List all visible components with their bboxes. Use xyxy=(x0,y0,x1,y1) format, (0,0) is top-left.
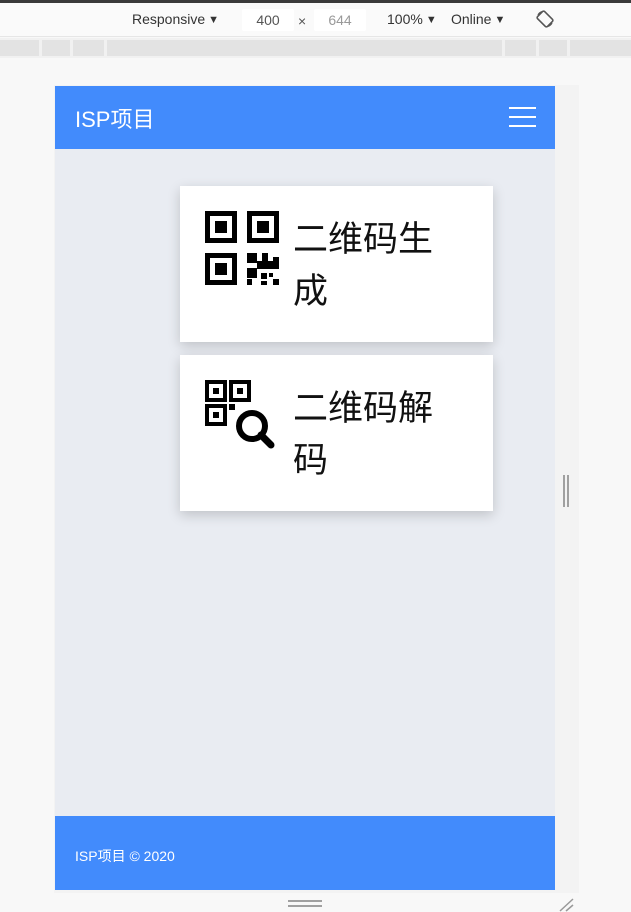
hamburger-menu-icon[interactable] xyxy=(509,107,536,127)
device-select-label: Responsive xyxy=(132,11,206,27)
caret-down-icon: ▼ xyxy=(425,14,437,26)
media-query-ruler[interactable] xyxy=(0,38,631,58)
qr-search-icon xyxy=(205,380,275,449)
network-throttle-select[interactable]: Online ▼ xyxy=(451,11,505,27)
emulated-page: ISP项目 二维码生成 二维码解码 ISP项目 © 2020 xyxy=(55,86,555,890)
qr-decode-card[interactable]: 二维码解码 xyxy=(180,355,493,511)
devtools-device-emulation: Responsive ▼ 400 × 644 100% ▼ Online ▼ ISP项… xyxy=(0,0,631,912)
navbar: ISP项目 xyxy=(55,86,555,149)
ruler-segment[interactable] xyxy=(539,40,567,56)
width-input[interactable]: 400 xyxy=(242,9,294,31)
navbar-brand[interactable]: ISP项目 xyxy=(75,102,154,134)
resize-handle-right[interactable] xyxy=(563,475,570,507)
ruler-segment[interactable] xyxy=(73,40,104,56)
zoom-select[interactable]: 100% ▼ xyxy=(387,11,437,27)
ruler-segment[interactable] xyxy=(42,40,70,56)
qr-code-icon xyxy=(205,211,279,285)
resize-handle-bottom[interactable] xyxy=(288,900,322,908)
dimension-separator: × xyxy=(298,13,307,29)
zoom-select-label: 100% xyxy=(387,11,423,27)
qr-generate-label: 二维码生成 xyxy=(293,220,434,312)
device-toolbar: Responsive ▼ 400 × 644 100% ▼ Online ▼ xyxy=(0,3,631,37)
qr-decode-label: 二维码解码 xyxy=(293,389,434,481)
caret-down-icon: ▼ xyxy=(494,14,506,26)
resize-corner-icon[interactable] xyxy=(557,896,575,912)
rotate-icon[interactable] xyxy=(536,10,554,28)
device-select[interactable]: Responsive ▼ xyxy=(132,11,219,27)
footer: ISP项目 © 2020 xyxy=(55,816,555,890)
ruler-segment[interactable] xyxy=(505,40,536,56)
ruler-segment[interactable] xyxy=(570,40,631,56)
network-select-label: Online xyxy=(451,11,492,27)
height-input[interactable]: 644 xyxy=(314,9,366,31)
ruler-segment[interactable] xyxy=(107,40,502,56)
footer-copyright: ISP项目 © 2020 xyxy=(75,848,175,864)
ruler-segment[interactable] xyxy=(0,40,39,56)
caret-down-icon: ▼ xyxy=(208,14,220,26)
qr-generate-card[interactable]: 二维码生成 xyxy=(180,186,493,342)
